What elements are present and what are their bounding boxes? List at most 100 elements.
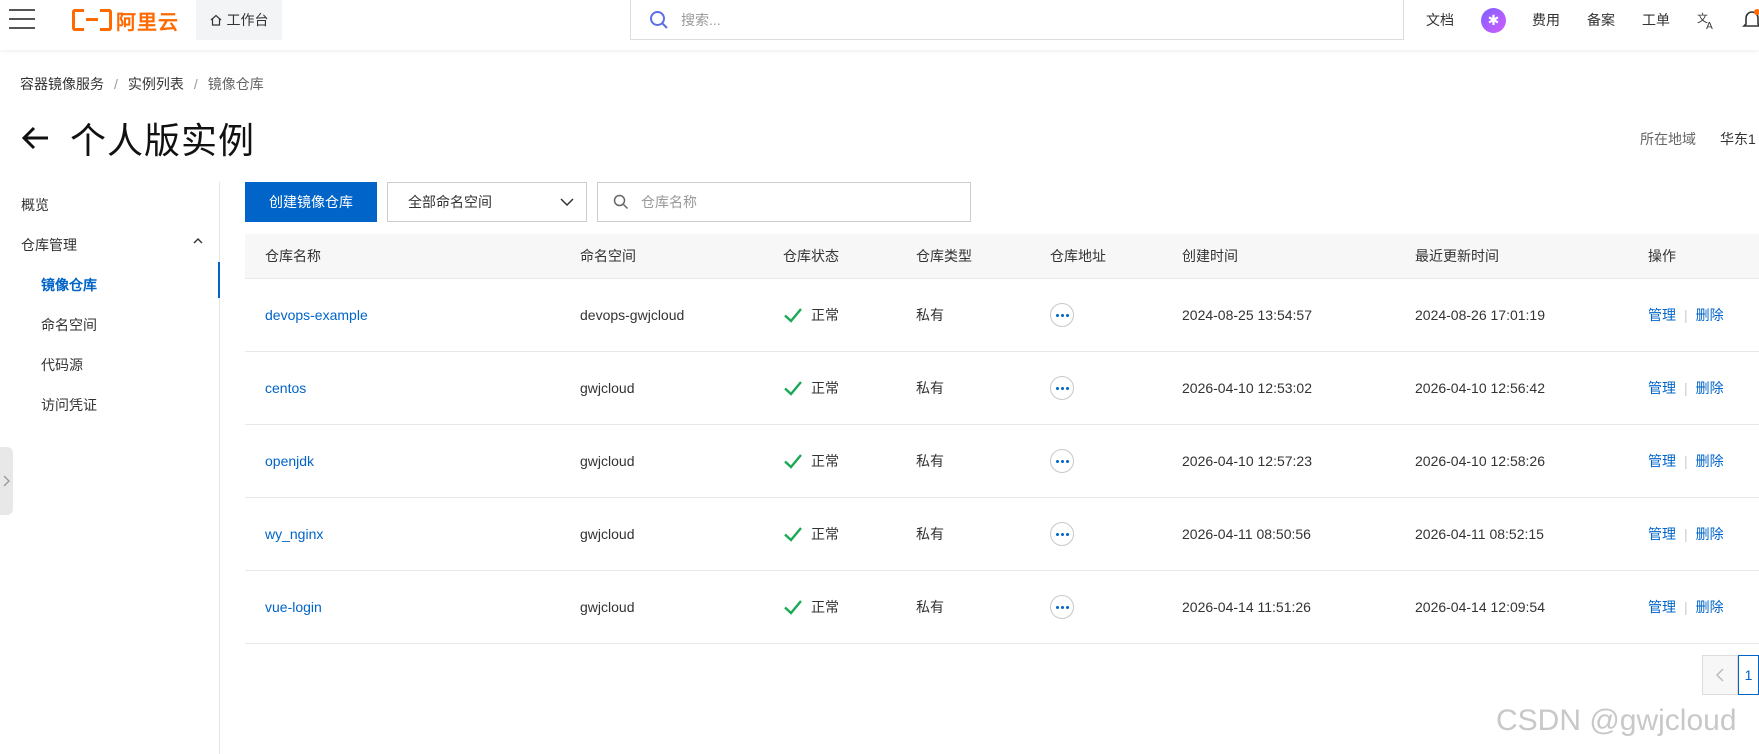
manage-link[interactable]: 管理 <box>1648 451 1676 471</box>
repo-name-link[interactable]: wy_nginx <box>265 526 323 542</box>
nav-billing[interactable]: 费用 <box>1532 0 1560 40</box>
action-divider: | <box>1684 453 1688 469</box>
region-value[interactable]: 华东1 <box>1720 129 1756 149</box>
global-search-input[interactable] <box>681 11 1281 28</box>
column-header-address: 仓库地址 <box>1050 248 1106 264</box>
svg-text:A: A <box>1706 21 1713 30</box>
repo-type: 私有 <box>916 453 944 469</box>
more-icon[interactable] <box>1050 376 1074 400</box>
column-header-updated: 最近更新时间 <box>1415 248 1499 264</box>
more-icon[interactable] <box>1050 449 1074 473</box>
translate-icon[interactable]: 文A <box>1697 10 1717 30</box>
repo-type: 私有 <box>916 599 944 615</box>
repo-namespace: gwjcloud <box>580 380 635 396</box>
column-header-type: 仓库类型 <box>916 248 972 264</box>
repo-table: 仓库名称 命名空间 仓库状态 仓库类型 仓库地址 创建时间 最近更新时间 操作 … <box>245 234 1759 644</box>
check-icon <box>784 600 802 615</box>
menu-icon[interactable] <box>9 9 35 31</box>
repo-created-time: 2026-04-10 12:53:02 <box>1182 380 1312 396</box>
sidebar-item-code-source[interactable]: 代码源 <box>41 355 83 375</box>
nav-icp[interactable]: 备案 <box>1587 0 1615 40</box>
column-header-status: 仓库状态 <box>783 248 839 264</box>
region-label: 所在地域 <box>1640 131 1696 147</box>
table-body: devops-example devops-gwjcloud 正常 私有 202… <box>245 279 1759 644</box>
sidebar-item-overview[interactable]: 概览 <box>21 195 49 215</box>
repo-status: 正常 <box>811 453 839 469</box>
manage-link[interactable]: 管理 <box>1648 597 1676 617</box>
avatar[interactable]: ✱ <box>1481 8 1506 33</box>
delete-link[interactable]: 删除 <box>1696 524 1724 544</box>
pagination-page-current[interactable]: 1 <box>1738 655 1759 695</box>
nav-tickets[interactable]: 工单 <box>1642 0 1670 40</box>
repo-status: 正常 <box>811 307 839 323</box>
table-row: openjdk gwjcloud 正常 私有 2026-04-10 12:57:… <box>245 425 1759 498</box>
workbench-button[interactable]: 工作台 <box>196 0 282 40</box>
table-row: centos gwjcloud 正常 私有 2026-04-10 12:53:0… <box>245 352 1759 425</box>
sidebar-group-repo-management[interactable]: 仓库管理 <box>21 235 77 255</box>
repo-type: 私有 <box>916 307 944 323</box>
create-repo-button[interactable]: 创建镜像仓库 <box>245 182 377 222</box>
column-header-namespace: 命名空间 <box>580 248 636 264</box>
chevron-up-icon[interactable] <box>193 236 203 246</box>
repo-status: 正常 <box>811 599 839 615</box>
manage-link[interactable]: 管理 <box>1648 305 1676 325</box>
repo-name-link[interactable]: centos <box>265 380 306 396</box>
repo-search[interactable] <box>597 182 971 222</box>
repo-namespace: gwjcloud <box>580 526 635 542</box>
column-header-created: 创建时间 <box>1182 248 1238 264</box>
more-icon[interactable] <box>1050 522 1074 546</box>
column-header-name: 仓库名称 <box>265 248 321 264</box>
repo-namespace: devops-gwjcloud <box>580 307 685 323</box>
search-icon <box>650 10 668 29</box>
repo-name-link[interactable]: devops-example <box>265 307 368 323</box>
top-navigation-bar: 阿里云 工作台 文档 ✱ 费用 备案 工单 文A <box>0 0 1759 50</box>
aliyun-logo[interactable]: 阿里云 <box>72 8 179 34</box>
global-search[interactable] <box>630 0 1404 40</box>
repo-created-time: 2026-04-11 08:50:56 <box>1182 526 1311 542</box>
nav-docs[interactable]: 文档 <box>1426 0 1454 40</box>
repo-status: 正常 <box>811 380 839 396</box>
repo-updated-time: 2026-04-11 08:52:15 <box>1415 526 1544 542</box>
more-icon[interactable] <box>1050 595 1074 619</box>
breadcrumb-item-registry[interactable]: 容器镜像服务 <box>20 74 104 94</box>
repo-name-link[interactable]: openjdk <box>265 453 314 469</box>
repo-created-time: 2024-08-25 13:54:57 <box>1182 307 1312 323</box>
breadcrumb: 容器镜像服务 / 实例列表 / 镜像仓库 <box>20 74 264 94</box>
watermark: CSDN @gwjcloud <box>1496 704 1737 737</box>
sidebar-item-image-repo[interactable]: 镜像仓库 <box>41 275 97 295</box>
manage-link[interactable]: 管理 <box>1648 378 1676 398</box>
repo-name-link[interactable]: vue-login <box>265 599 322 615</box>
check-icon <box>784 381 802 396</box>
namespace-select[interactable]: 全部命名空间 <box>387 182 587 222</box>
breadcrumb-separator: / <box>193 76 198 92</box>
namespace-select-value: 全部命名空间 <box>408 194 492 210</box>
table-header: 仓库名称 命名空间 仓库状态 仓库类型 仓库地址 创建时间 最近更新时间 操作 <box>245 234 1759 279</box>
repo-updated-time: 2026-04-10 12:58:26 <box>1415 453 1545 469</box>
repo-type: 私有 <box>916 380 944 396</box>
logo-text: 阿里云 <box>116 11 179 34</box>
check-icon <box>784 527 802 542</box>
breadcrumb-item-current: 镜像仓库 <box>207 76 264 92</box>
logo-mark <box>72 9 112 31</box>
chevron-right-icon <box>3 475 10 487</box>
bell-icon[interactable] <box>1742 9 1759 31</box>
repo-status: 正常 <box>811 526 839 542</box>
more-icon[interactable] <box>1050 303 1074 327</box>
table-row: vue-login gwjcloud 正常 私有 2026-04-14 11:5… <box>245 571 1759 644</box>
delete-link[interactable]: 删除 <box>1696 597 1724 617</box>
sidebar-item-access-credential[interactable]: 访问凭证 <box>41 395 97 415</box>
delete-link[interactable]: 删除 <box>1696 451 1724 471</box>
sidebar-expand-handle[interactable] <box>0 447 13 515</box>
delete-link[interactable]: 删除 <box>1696 378 1724 398</box>
breadcrumb-item-instances[interactable]: 实例列表 <box>128 74 184 94</box>
chevron-left-icon <box>1716 668 1724 682</box>
delete-link[interactable]: 删除 <box>1696 305 1724 325</box>
back-arrow-icon[interactable] <box>20 122 52 154</box>
repo-search-input[interactable] <box>641 194 941 210</box>
repo-created-time: 2026-04-14 11:51:26 <box>1182 599 1311 615</box>
manage-link[interactable]: 管理 <box>1648 524 1676 544</box>
pagination-prev-button[interactable] <box>1702 655 1738 695</box>
sidebar-item-namespace[interactable]: 命名空间 <box>41 315 97 335</box>
column-header-actions: 操作 <box>1648 248 1676 264</box>
action-divider: | <box>1684 526 1688 542</box>
